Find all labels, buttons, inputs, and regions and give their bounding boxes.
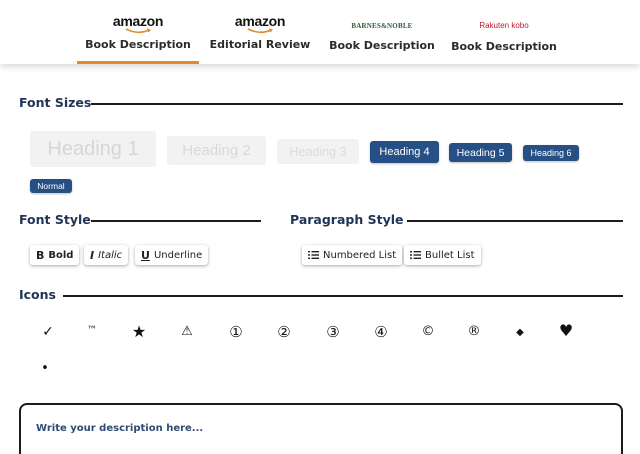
paragraph-style-heading: Paragraph Style: [290, 212, 404, 227]
underline-button[interactable]: U Underline: [135, 245, 209, 265]
amazon-logo: amazon: [77, 14, 199, 34]
editor-placeholder: Write your description here...: [36, 423, 204, 434]
circled-two-icon[interactable]: ②: [270, 322, 298, 342]
warning-icon[interactable]: ⚠: [173, 322, 201, 342]
tab-label: Book Description: [451, 40, 557, 53]
heading-6-option[interactable]: Heading 6: [523, 145, 579, 161]
checkmark-icon[interactable]: ✓: [34, 322, 62, 342]
heading-3-option[interactable]: Heading 3: [277, 139, 359, 164]
bold-label: Bold: [48, 249, 74, 261]
section-divider: [91, 220, 261, 222]
bold-icon: B: [36, 248, 45, 262]
description-editor[interactable]: Write your description here...: [19, 403, 623, 454]
copyright-icon[interactable]: ©: [414, 322, 442, 342]
registered-icon[interactable]: ®: [460, 322, 488, 342]
bullet-list-label: Bullet List: [425, 249, 475, 261]
star-icon[interactable]: ★: [125, 322, 153, 342]
numbered-list-label: Numbered List: [323, 249, 397, 261]
trademark-icon[interactable]: ™: [78, 321, 106, 341]
tab-amazon-book-description[interactable]: amazon Book Description: [77, 0, 199, 64]
numbered-list-button[interactable]: Numbered List: [302, 245, 403, 265]
italic-label: Italic: [98, 249, 123, 261]
bold-button[interactable]: B Bold: [30, 245, 80, 265]
heart-icon[interactable]: ♥: [552, 321, 580, 341]
list-bullet-icon: [410, 250, 421, 260]
diamond-icon[interactable]: ◆: [506, 323, 534, 343]
list-numbered-icon: [308, 251, 319, 259]
icons-heading: Icons: [19, 287, 56, 302]
platform-tab-bar: amazon Book Description amazon Editorial…: [0, 0, 640, 64]
bullet-icon[interactable]: •: [31, 359, 59, 379]
tab-kobo-book-description[interactable]: Rakuten kobo Book Description: [450, 0, 558, 64]
underline-label: Underline: [153, 249, 203, 261]
section-divider: [91, 103, 623, 105]
active-tab-indicator: [77, 61, 199, 64]
circled-four-icon[interactable]: ④: [367, 322, 395, 342]
font-style-heading: Font Style: [19, 212, 91, 227]
kobo-logo: Rakuten kobo: [479, 21, 529, 30]
section-divider: [63, 295, 623, 297]
italic-button[interactable]: I Italic: [84, 245, 129, 265]
italic-icon: I: [90, 248, 95, 262]
tab-label: Book Description: [85, 38, 191, 51]
heading-5-option[interactable]: Heading 5: [449, 143, 512, 162]
tab-label: Book Description: [329, 39, 435, 52]
tab-label: Editorial Review: [209, 38, 311, 51]
tab-amazon-editorial-review[interactable]: amazon Editorial Review: [206, 0, 314, 64]
heading-4-option[interactable]: Heading 4: [370, 141, 439, 163]
circled-three-icon[interactable]: ③: [319, 322, 347, 342]
heading-1-option[interactable]: Heading 1: [30, 131, 156, 167]
font-sizes-heading: Font Sizes: [19, 95, 92, 110]
normal-option[interactable]: Normal: [30, 179, 72, 193]
heading-2-option[interactable]: Heading 2: [167, 136, 266, 165]
amazon-logo: amazon: [206, 14, 314, 34]
barnes-noble-logo: BARNES&NOBLE: [351, 22, 413, 30]
section-divider: [407, 220, 623, 222]
underline-icon: U: [141, 248, 150, 262]
circled-one-icon[interactable]: ①: [222, 322, 250, 342]
tab-barnes-noble-book-description[interactable]: BARNES&NOBLE Book Description: [328, 0, 436, 64]
bullet-list-button[interactable]: Bullet List: [404, 245, 481, 265]
